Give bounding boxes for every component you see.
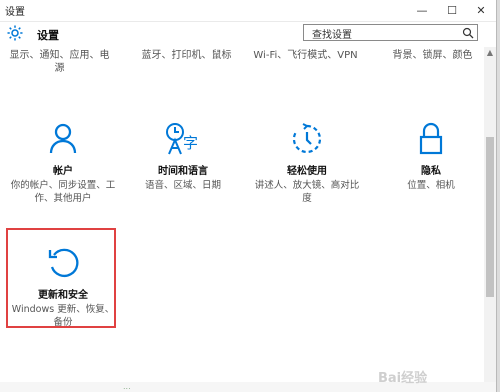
lock-icon — [419, 122, 443, 155]
close-button[interactable]: ✕ — [466, 0, 496, 21]
maximize-button[interactable]: ☐ — [437, 0, 467, 21]
tile-desc: 位置、相机 — [407, 180, 455, 191]
settings-header: 设置 查找设置 — [0, 21, 496, 47]
minimize-button[interactable]: — — [407, 0, 437, 21]
tile-accounts[interactable]: 帐户 你的帐户、同步设置、工作、其他用户 — [8, 122, 118, 205]
page-title: 设置 — [37, 29, 59, 42]
search-input[interactable]: 查找设置 — [303, 24, 478, 41]
window-title: 设置 — [5, 7, 25, 18]
person-icon — [49, 123, 77, 154]
svg-text:字: 字 — [183, 134, 198, 152]
scrollbar-thumb[interactable] — [486, 137, 494, 297]
devices-category-desc[interactable]: 蓝牙、打印机、鼠标 — [134, 49, 239, 62]
tile-desc: 语音、区域、日期 — [144, 180, 221, 191]
tile-title: 隐私 — [421, 166, 441, 177]
network-category-desc[interactable]: Wi-Fi、飞行模式、VPN — [253, 49, 358, 62]
search-text: 查找设置 — [312, 30, 352, 41]
watermark-logo: Bai经验 — [378, 371, 428, 386]
title-bar: 设置 — ☐ ✕ — [0, 0, 496, 22]
tile-title: 帐户 — [53, 166, 73, 177]
vertical-scrollbar[interactable]: ▲ — [484, 47, 496, 392]
personalization-category-desc[interactable]: 背景、锁屏、颜色 — [380, 49, 485, 62]
tile-desc: 你的帐户、同步设置、工作、其他用户 — [10, 180, 116, 204]
tile-title: 轻松使用 — [287, 166, 327, 177]
scroll-up-icon[interactable]: ▲ — [484, 47, 496, 59]
tile-title: 时间和语言 — [158, 166, 208, 177]
top-categories-row: 显示、通知、应用、电源 蓝牙、打印机、鼠标 Wi-Fi、飞行模式、VPN 背景、… — [0, 47, 484, 77]
gear-icon — [7, 25, 23, 41]
settings-window: 设置 — ☐ ✕ 设置 查找设置 显示、通知、应用、电源 蓝牙、打印机、鼠标 W… — [0, 0, 497, 392]
tile-privacy[interactable]: 隐私 位置、相机 — [376, 122, 486, 192]
tile-ease-of-access[interactable]: 轻松使用 讲述人、放大镜、高对比度 — [252, 122, 362, 205]
bottom-link-text: ... — [123, 382, 131, 391]
time-language-icon: 字 — [166, 123, 198, 155]
selection-highlight — [6, 228, 116, 328]
tile-desc: 讲述人、放大镜、高对比度 — [254, 180, 360, 204]
tile-time-language[interactable]: 字 时间和语言 语音、区域、日期 — [128, 122, 238, 192]
search-icon[interactable] — [462, 27, 474, 39]
ease-of-access-icon — [292, 123, 322, 154]
system-category-desc[interactable]: 显示、通知、应用、电源 — [7, 49, 112, 75]
